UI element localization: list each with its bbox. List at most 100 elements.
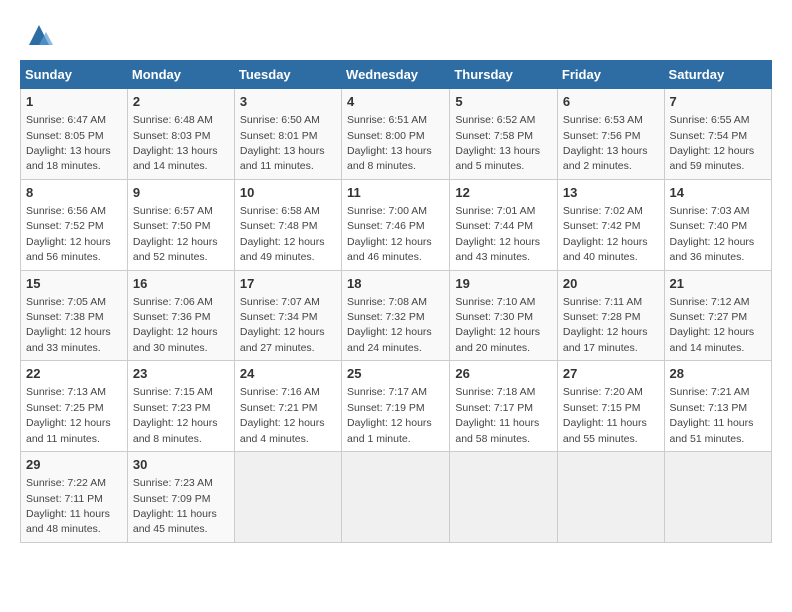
day-number: 8	[26, 184, 122, 202]
header-thursday: Thursday	[450, 61, 558, 89]
header-saturday: Saturday	[664, 61, 771, 89]
day-info: Sunrise: 7:07 AMSunset: 7:34 PMDaylight:…	[240, 296, 325, 354]
week-row-4: 22 Sunrise: 7:13 AMSunset: 7:25 PMDaylig…	[21, 361, 772, 452]
calendar-cell: 12 Sunrise: 7:01 AMSunset: 7:44 PMDaylig…	[450, 179, 558, 270]
calendar-cell	[342, 452, 450, 543]
day-number: 10	[240, 184, 336, 202]
day-info: Sunrise: 7:16 AMSunset: 7:21 PMDaylight:…	[240, 386, 325, 444]
day-number: 15	[26, 275, 122, 293]
day-number: 11	[347, 184, 444, 202]
day-number: 18	[347, 275, 444, 293]
day-info: Sunrise: 7:03 AMSunset: 7:40 PMDaylight:…	[670, 205, 755, 263]
day-number: 12	[455, 184, 552, 202]
day-info: Sunrise: 7:08 AMSunset: 7:32 PMDaylight:…	[347, 296, 432, 354]
calendar-cell: 11 Sunrise: 7:00 AMSunset: 7:46 PMDaylig…	[342, 179, 450, 270]
logo-icon	[24, 20, 54, 50]
day-info: Sunrise: 7:01 AMSunset: 7:44 PMDaylight:…	[455, 205, 540, 263]
day-info: Sunrise: 6:53 AMSunset: 7:56 PMDaylight:…	[563, 114, 648, 172]
day-number: 1	[26, 93, 122, 111]
day-info: Sunrise: 6:48 AMSunset: 8:03 PMDaylight:…	[133, 114, 218, 172]
calendar-cell: 9 Sunrise: 6:57 AMSunset: 7:50 PMDayligh…	[127, 179, 234, 270]
day-number: 16	[133, 275, 229, 293]
calendar-cell: 3 Sunrise: 6:50 AMSunset: 8:01 PMDayligh…	[234, 89, 341, 180]
day-number: 7	[670, 93, 766, 111]
calendar-cell: 10 Sunrise: 6:58 AMSunset: 7:48 PMDaylig…	[234, 179, 341, 270]
day-number: 26	[455, 365, 552, 383]
day-info: Sunrise: 6:51 AMSunset: 8:00 PMDaylight:…	[347, 114, 432, 172]
calendar-cell: 5 Sunrise: 6:52 AMSunset: 7:58 PMDayligh…	[450, 89, 558, 180]
calendar-cell: 7 Sunrise: 6:55 AMSunset: 7:54 PMDayligh…	[664, 89, 771, 180]
calendar-cell: 4 Sunrise: 6:51 AMSunset: 8:00 PMDayligh…	[342, 89, 450, 180]
day-number: 30	[133, 456, 229, 474]
day-number: 21	[670, 275, 766, 293]
day-info: Sunrise: 6:52 AMSunset: 7:58 PMDaylight:…	[455, 114, 540, 172]
day-info: Sunrise: 7:23 AMSunset: 7:09 PMDaylight:…	[133, 477, 217, 535]
day-info: Sunrise: 7:20 AMSunset: 7:15 PMDaylight:…	[563, 386, 647, 444]
day-info: Sunrise: 7:15 AMSunset: 7:23 PMDaylight:…	[133, 386, 218, 444]
calendar-cell: 14 Sunrise: 7:03 AMSunset: 7:40 PMDaylig…	[664, 179, 771, 270]
calendar-cell	[664, 452, 771, 543]
calendar-cell: 13 Sunrise: 7:02 AMSunset: 7:42 PMDaylig…	[557, 179, 664, 270]
day-number: 3	[240, 93, 336, 111]
calendar-cell: 29 Sunrise: 7:22 AMSunset: 7:11 PMDaylig…	[21, 452, 128, 543]
calendar-cell	[234, 452, 341, 543]
calendar-cell: 2 Sunrise: 6:48 AMSunset: 8:03 PMDayligh…	[127, 89, 234, 180]
calendar-cell: 26 Sunrise: 7:18 AMSunset: 7:17 PMDaylig…	[450, 361, 558, 452]
day-number: 28	[670, 365, 766, 383]
week-row-1: 1 Sunrise: 6:47 AMSunset: 8:05 PMDayligh…	[21, 89, 772, 180]
day-number: 22	[26, 365, 122, 383]
header-row: SundayMondayTuesdayWednesdayThursdayFrid…	[21, 61, 772, 89]
day-info: Sunrise: 6:56 AMSunset: 7:52 PMDaylight:…	[26, 205, 111, 263]
calendar-cell: 15 Sunrise: 7:05 AMSunset: 7:38 PMDaylig…	[21, 270, 128, 361]
day-info: Sunrise: 6:57 AMSunset: 7:50 PMDaylight:…	[133, 205, 218, 263]
header-sunday: Sunday	[21, 61, 128, 89]
day-info: Sunrise: 7:13 AMSunset: 7:25 PMDaylight:…	[26, 386, 111, 444]
calendar-cell: 18 Sunrise: 7:08 AMSunset: 7:32 PMDaylig…	[342, 270, 450, 361]
calendar-cell	[557, 452, 664, 543]
day-number: 29	[26, 456, 122, 474]
day-info: Sunrise: 7:21 AMSunset: 7:13 PMDaylight:…	[670, 386, 754, 444]
calendar-cell: 30 Sunrise: 7:23 AMSunset: 7:09 PMDaylig…	[127, 452, 234, 543]
day-number: 9	[133, 184, 229, 202]
header-friday: Friday	[557, 61, 664, 89]
day-info: Sunrise: 7:05 AMSunset: 7:38 PMDaylight:…	[26, 296, 111, 354]
day-number: 17	[240, 275, 336, 293]
day-info: Sunrise: 6:50 AMSunset: 8:01 PMDaylight:…	[240, 114, 325, 172]
day-info: Sunrise: 7:12 AMSunset: 7:27 PMDaylight:…	[670, 296, 755, 354]
calendar-cell: 22 Sunrise: 7:13 AMSunset: 7:25 PMDaylig…	[21, 361, 128, 452]
calendar-cell: 20 Sunrise: 7:11 AMSunset: 7:28 PMDaylig…	[557, 270, 664, 361]
day-info: Sunrise: 7:00 AMSunset: 7:46 PMDaylight:…	[347, 205, 432, 263]
week-row-2: 8 Sunrise: 6:56 AMSunset: 7:52 PMDayligh…	[21, 179, 772, 270]
calendar-table: SundayMondayTuesdayWednesdayThursdayFrid…	[20, 60, 772, 543]
day-info: Sunrise: 7:17 AMSunset: 7:19 PMDaylight:…	[347, 386, 432, 444]
day-info: Sunrise: 7:18 AMSunset: 7:17 PMDaylight:…	[455, 386, 539, 444]
header-wednesday: Wednesday	[342, 61, 450, 89]
week-row-3: 15 Sunrise: 7:05 AMSunset: 7:38 PMDaylig…	[21, 270, 772, 361]
week-row-5: 29 Sunrise: 7:22 AMSunset: 7:11 PMDaylig…	[21, 452, 772, 543]
day-info: Sunrise: 7:11 AMSunset: 7:28 PMDaylight:…	[563, 296, 648, 354]
day-number: 20	[563, 275, 659, 293]
calendar-cell	[450, 452, 558, 543]
day-number: 6	[563, 93, 659, 111]
calendar-cell: 27 Sunrise: 7:20 AMSunset: 7:15 PMDaylig…	[557, 361, 664, 452]
day-number: 27	[563, 365, 659, 383]
day-info: Sunrise: 6:47 AMSunset: 8:05 PMDaylight:…	[26, 114, 111, 172]
day-number: 14	[670, 184, 766, 202]
day-number: 23	[133, 365, 229, 383]
day-info: Sunrise: 6:58 AMSunset: 7:48 PMDaylight:…	[240, 205, 325, 263]
day-info: Sunrise: 7:10 AMSunset: 7:30 PMDaylight:…	[455, 296, 540, 354]
day-info: Sunrise: 7:02 AMSunset: 7:42 PMDaylight:…	[563, 205, 648, 263]
day-number: 13	[563, 184, 659, 202]
day-info: Sunrise: 7:22 AMSunset: 7:11 PMDaylight:…	[26, 477, 110, 535]
calendar-cell: 1 Sunrise: 6:47 AMSunset: 8:05 PMDayligh…	[21, 89, 128, 180]
day-number: 24	[240, 365, 336, 383]
calendar-cell: 8 Sunrise: 6:56 AMSunset: 7:52 PMDayligh…	[21, 179, 128, 270]
calendar-cell: 28 Sunrise: 7:21 AMSunset: 7:13 PMDaylig…	[664, 361, 771, 452]
day-number: 4	[347, 93, 444, 111]
day-info: Sunrise: 6:55 AMSunset: 7:54 PMDaylight:…	[670, 114, 755, 172]
calendar-cell: 19 Sunrise: 7:10 AMSunset: 7:30 PMDaylig…	[450, 270, 558, 361]
calendar-body: 1 Sunrise: 6:47 AMSunset: 8:05 PMDayligh…	[21, 89, 772, 543]
calendar-cell: 17 Sunrise: 7:07 AMSunset: 7:34 PMDaylig…	[234, 270, 341, 361]
header-tuesday: Tuesday	[234, 61, 341, 89]
header	[20, 20, 772, 50]
